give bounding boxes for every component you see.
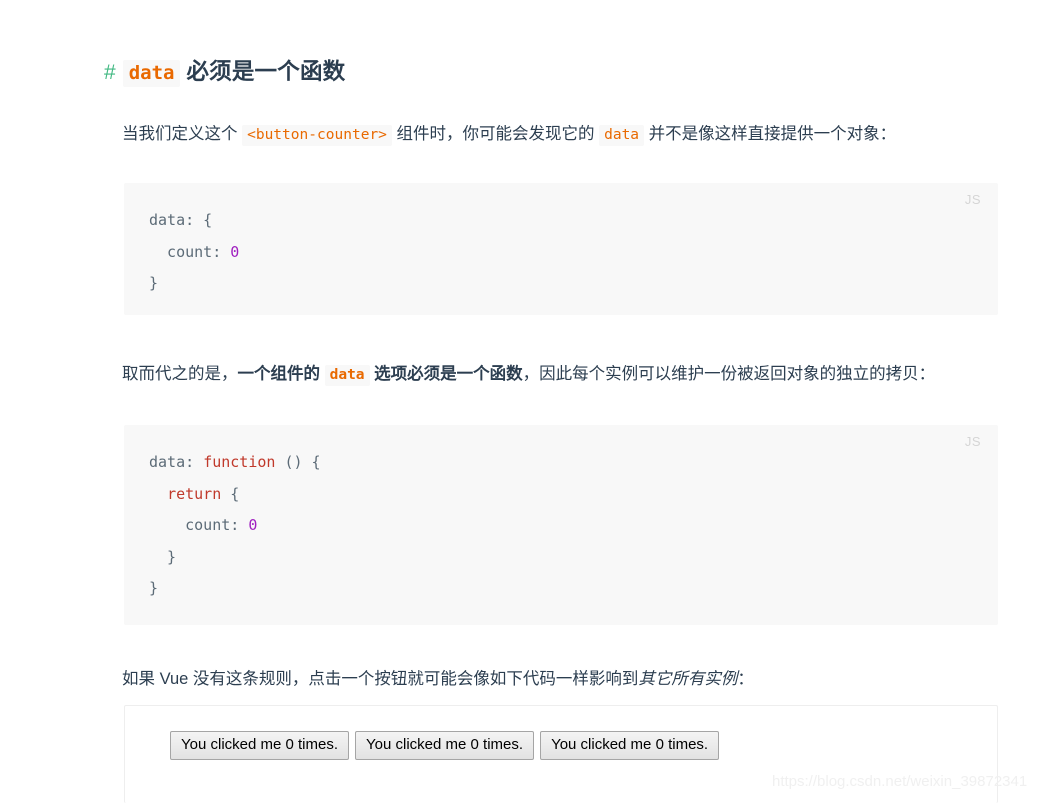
paragraph-1-text-a: 当我们定义这个 — [122, 124, 243, 143]
paragraph-1-text-b: 组件时，你可能会发现它的 — [391, 124, 600, 143]
paragraph-1: 当我们定义这个 <button-counter> 组件时，你可能会发现它的 da… — [122, 117, 998, 152]
anchor-link-icon[interactable]: # — [104, 61, 116, 84]
code-block-1-content: data: { count: 0 } — [149, 205, 973, 300]
heading-inline-code: data — [122, 59, 181, 87]
article-page: # data 必须是一个函数 当我们定义这个 <button-counter> 组件… — [0, 0, 1049, 803]
paragraph-3: 如果 Vue 没有这条规则，点击一个按钮就可能会像如下代码一样影响到其它所有实例… — [122, 662, 1002, 696]
code-number-token: 0 — [230, 242, 240, 261]
heading-text: 必须是一个函数 — [186, 58, 346, 84]
page-title: # data 必须是一个函数 — [104, 57, 346, 87]
paragraph-2-text-a: 取而代之的是， — [122, 364, 238, 383]
code-line: data: — [149, 453, 204, 471]
code-language-label-1: JS — [964, 192, 981, 207]
code-line: count: — [149, 242, 231, 261]
code-line: } — [149, 579, 159, 597]
counter-button-2[interactable]: You clicked me 0 times. — [355, 731, 535, 760]
paragraph-3-text-b: ： — [737, 669, 754, 688]
code-block-1: JS data: { count: 0 } — [124, 183, 998, 315]
paragraph-2: 取而代之的是，一个组件的 data 选项必须是一个函数，因此每个实例可以维护一份… — [122, 357, 998, 392]
inline-code-data-1: data — [599, 124, 645, 146]
paragraph-2-text-b: ，因此每个实例可以维护一份被返回对象的独立的拷贝： — [522, 364, 936, 383]
code-language-label-2: JS — [964, 434, 981, 449]
code-block-2: JS data: function () { return { count: 0… — [124, 425, 998, 625]
paragraph-1-text-c: 并不是像这样直接提供一个对象： — [644, 124, 897, 143]
code-keyword-function: function — [203, 453, 276, 471]
code-block-2-content: data: function () { return { count: 0 } … — [149, 447, 973, 605]
watermark: https://blog.csdn.net/weixin_39872341 — [772, 773, 1028, 790]
code-line: data: { — [149, 211, 213, 229]
code-line: } — [149, 547, 177, 566]
code-line-tail: () { — [275, 453, 321, 471]
code-keyword-return: return — [167, 484, 222, 503]
paragraph-2-bold-b: 选项必须是一个函数 — [369, 364, 523, 383]
inline-code-data-2: data — [324, 364, 370, 386]
code-line-tail: { — [221, 484, 240, 503]
counter-button-1[interactable]: You clicked me 0 times. — [170, 731, 350, 760]
paragraph-3-italic: 其它所有实例 — [638, 669, 738, 688]
code-line: count: — [149, 516, 249, 534]
counter-button-3[interactable]: You clicked me 0 times. — [540, 731, 720, 760]
code-line: } — [149, 274, 159, 292]
code-number-token: 0 — [248, 516, 258, 534]
inline-code-button-counter: <button-counter> — [242, 124, 392, 146]
paragraph-3-text-a: 如果 Vue 没有这条规则，点击一个按钮就可能会像如下代码一样影响到 — [122, 669, 639, 688]
paragraph-2-bold-a: 一个组件的 — [237, 364, 325, 383]
